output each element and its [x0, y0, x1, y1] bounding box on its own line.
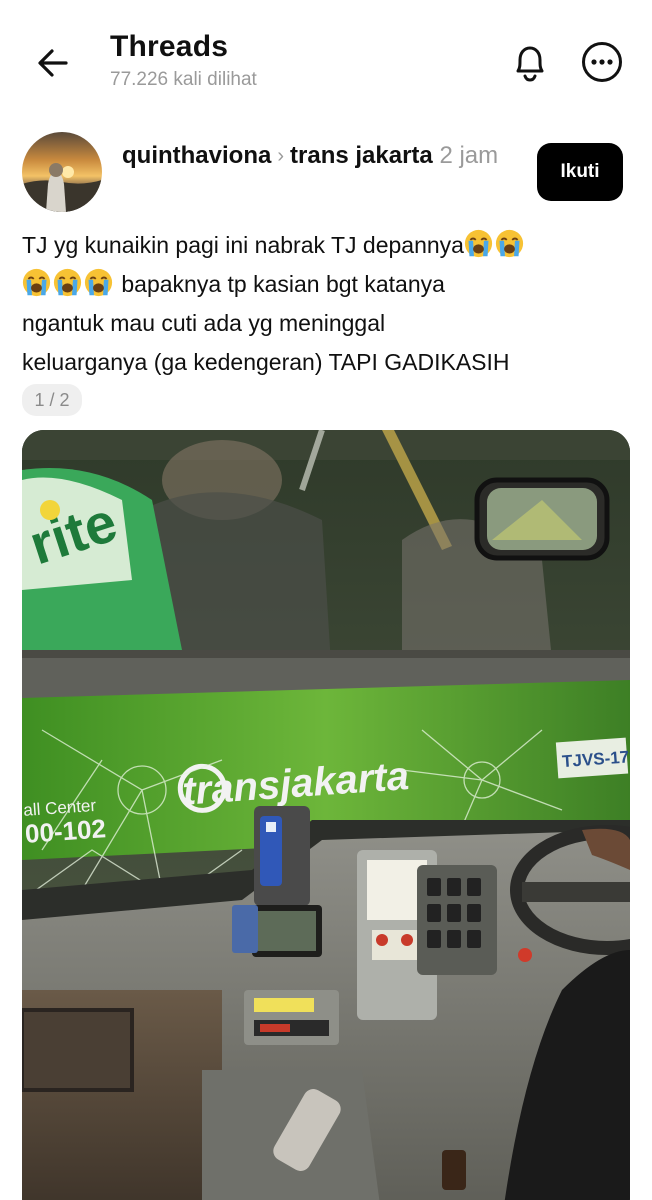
page-title: Threads	[110, 30, 229, 63]
back-button[interactable]	[30, 40, 76, 86]
arrow-left-icon	[38, 49, 68, 77]
avatar[interactable]	[22, 132, 102, 212]
loudly-crying-face-icon	[495, 229, 524, 258]
post-time: 2 jam	[439, 142, 499, 169]
more-horizontal-icon	[582, 42, 622, 82]
post-photo[interactable]: rite transjakarta all Center 00-102 TJVS…	[22, 430, 630, 1200]
post-text: TJ yg kunaikin pagi ini nabrak TJ depann…	[22, 226, 622, 382]
top-bar: Threads 77.226 kali dilihat	[0, 0, 652, 118]
post-text-line-3: ngantuk mau cuti ada yg meninggal	[22, 310, 386, 336]
bell-icon	[516, 46, 544, 82]
community-link[interactable]: trans jakarta	[290, 142, 433, 169]
loudly-crying-face-icon	[464, 229, 493, 258]
more-options-button[interactable]	[578, 38, 626, 86]
media-page-counter: 1 / 2	[22, 384, 82, 416]
threads-post-screen: Threads 77.226 kali dilihat quinthaviona…	[0, 0, 652, 1200]
loudly-crying-face-icon	[22, 268, 51, 297]
post-text-line-4: keluarganya (ga kedengeran) TAPI GADIKAS…	[22, 349, 510, 375]
username-link[interactable]: quinthaviona	[122, 142, 271, 169]
post-text-line-1: TJ yg kunaikin pagi ini nabrak TJ depann…	[22, 232, 464, 258]
notifications-button[interactable]	[506, 38, 554, 86]
post-meta: quinthaviona › trans jakarta 2 jam	[122, 138, 502, 175]
follow-button[interactable]: Ikuti	[537, 143, 623, 201]
chevron-right-icon: ›	[277, 145, 285, 167]
phone-text: 00-102	[24, 813, 107, 849]
loudly-crying-face-icon	[53, 268, 82, 297]
view-count: 77.226 kali dilihat	[110, 69, 257, 90]
post-text-line-2: bapaknya tp kasian bgt katanya	[121, 271, 445, 297]
loudly-crying-face-icon	[84, 268, 113, 297]
